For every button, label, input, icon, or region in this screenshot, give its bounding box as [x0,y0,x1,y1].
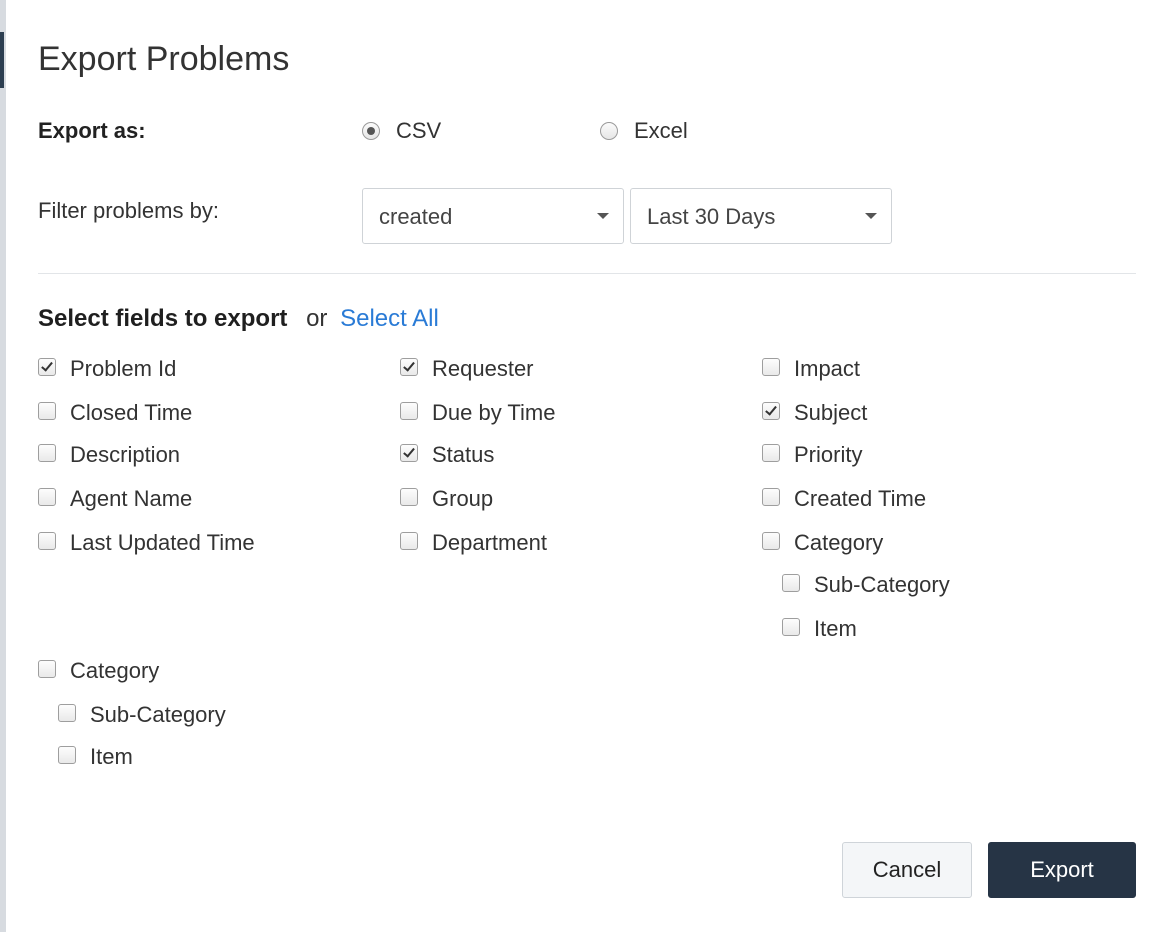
radio-csv[interactable]: CSV [362,118,441,144]
field-impact[interactable]: Impact [762,356,860,382]
checkbox-category-2[interactable] [38,660,56,678]
dialog-title: Export Problems [38,40,290,78]
field-label: Requester [432,356,534,381]
radio-csv-indicator[interactable] [362,122,380,140]
field-category-2[interactable]: Category [38,658,159,684]
checkbox-status[interactable] [400,444,418,462]
field-label: Due by Time [432,400,556,425]
checkbox-impact[interactable] [762,358,780,376]
checkbox-problem-id[interactable] [38,358,56,376]
field-label: Category [70,658,160,683]
checkbox-last-updated-time[interactable] [38,532,56,550]
filter-label: Filter problems by: [38,198,219,223]
field-label: Priority [794,442,863,467]
field-due-by-time[interactable]: Due by Time [400,400,556,426]
checkbox-category[interactable] [762,532,780,550]
radio-excel-indicator[interactable] [600,122,618,140]
filter-field-select[interactable]: created [362,188,624,244]
field-label: Item [90,744,133,769]
field-problem-id[interactable]: Problem Id [38,356,176,382]
select-all-link[interactable]: Select All [340,305,439,332]
field-label: Group [432,486,494,511]
field-requester[interactable]: Requester [400,356,534,382]
field-label: Problem Id [70,356,177,381]
filter-range-value: Last 30 Days [647,204,776,229]
checkbox-created-time[interactable] [762,488,780,506]
chevron-down-icon [865,213,877,219]
divider [38,273,1136,274]
field-label: Closed Time [70,400,193,425]
export-problems-dialog: Export Problems Export as: CSV Excel Fil… [6,0,1172,932]
field-label: Created Time [794,486,927,511]
field-status[interactable]: Status [400,442,494,468]
checkbox-agent-name[interactable] [38,488,56,506]
radio-excel-label: Excel [634,118,688,143]
cancel-button[interactable]: Cancel [842,842,972,898]
field-label: Impact [794,356,861,381]
field-label: Sub-Category [814,572,950,597]
field-label: Department [432,530,547,555]
field-agent-name[interactable]: Agent Name [38,486,192,512]
checkbox-department[interactable] [400,532,418,550]
field-label: Last Updated Time [70,530,255,555]
field-label: Description [70,442,181,467]
filter-field-value: created [379,204,453,229]
field-created-time[interactable]: Created Time [762,486,926,512]
field-subject[interactable]: Subject [762,400,867,426]
field-description[interactable]: Description [38,442,180,468]
checkbox-item[interactable] [782,618,800,636]
field-label: Item [814,616,857,641]
field-label: Sub-Category [90,702,226,727]
field-sub-category[interactable]: Sub-Category [782,572,950,598]
chevron-down-icon [597,213,609,219]
export-as-label: Export as: [38,118,146,143]
field-sub-category-2[interactable]: Sub-Category [58,702,226,728]
radio-csv-label: CSV [396,118,442,143]
field-item-2[interactable]: Item [58,744,133,770]
field-label: Agent Name [70,486,193,511]
or-text: or [306,305,328,332]
field-label: Status [432,442,495,467]
fields-heading-row: Select fields to export or Select All [38,305,439,333]
field-label: Category [794,530,884,555]
field-closed-time[interactable]: Closed Time [38,400,192,426]
checkbox-sub-category[interactable] [782,574,800,592]
field-last-updated-time[interactable]: Last Updated Time [38,530,255,556]
checkbox-requester[interactable] [400,358,418,376]
checkbox-sub-category-2[interactable] [58,704,76,722]
field-group[interactable]: Group [400,486,493,512]
field-priority[interactable]: Priority [762,442,862,468]
export-button[interactable]: Export [988,842,1136,898]
checkbox-due-by-time[interactable] [400,402,418,420]
checkbox-subject[interactable] [762,402,780,420]
field-item[interactable]: Item [782,616,857,642]
field-category[interactable]: Category [762,530,883,556]
checkbox-closed-time[interactable] [38,402,56,420]
backdrop-mark [0,32,4,88]
checkbox-group[interactable] [400,488,418,506]
filter-range-select[interactable]: Last 30 Days [630,188,892,244]
fields-heading: Select fields to export [38,305,288,332]
checkbox-item-2[interactable] [58,746,76,764]
field-label: Subject [794,400,868,425]
checkbox-priority[interactable] [762,444,780,462]
field-department[interactable]: Department [400,530,547,556]
checkbox-description[interactable] [38,444,56,462]
radio-excel[interactable]: Excel [600,118,688,144]
